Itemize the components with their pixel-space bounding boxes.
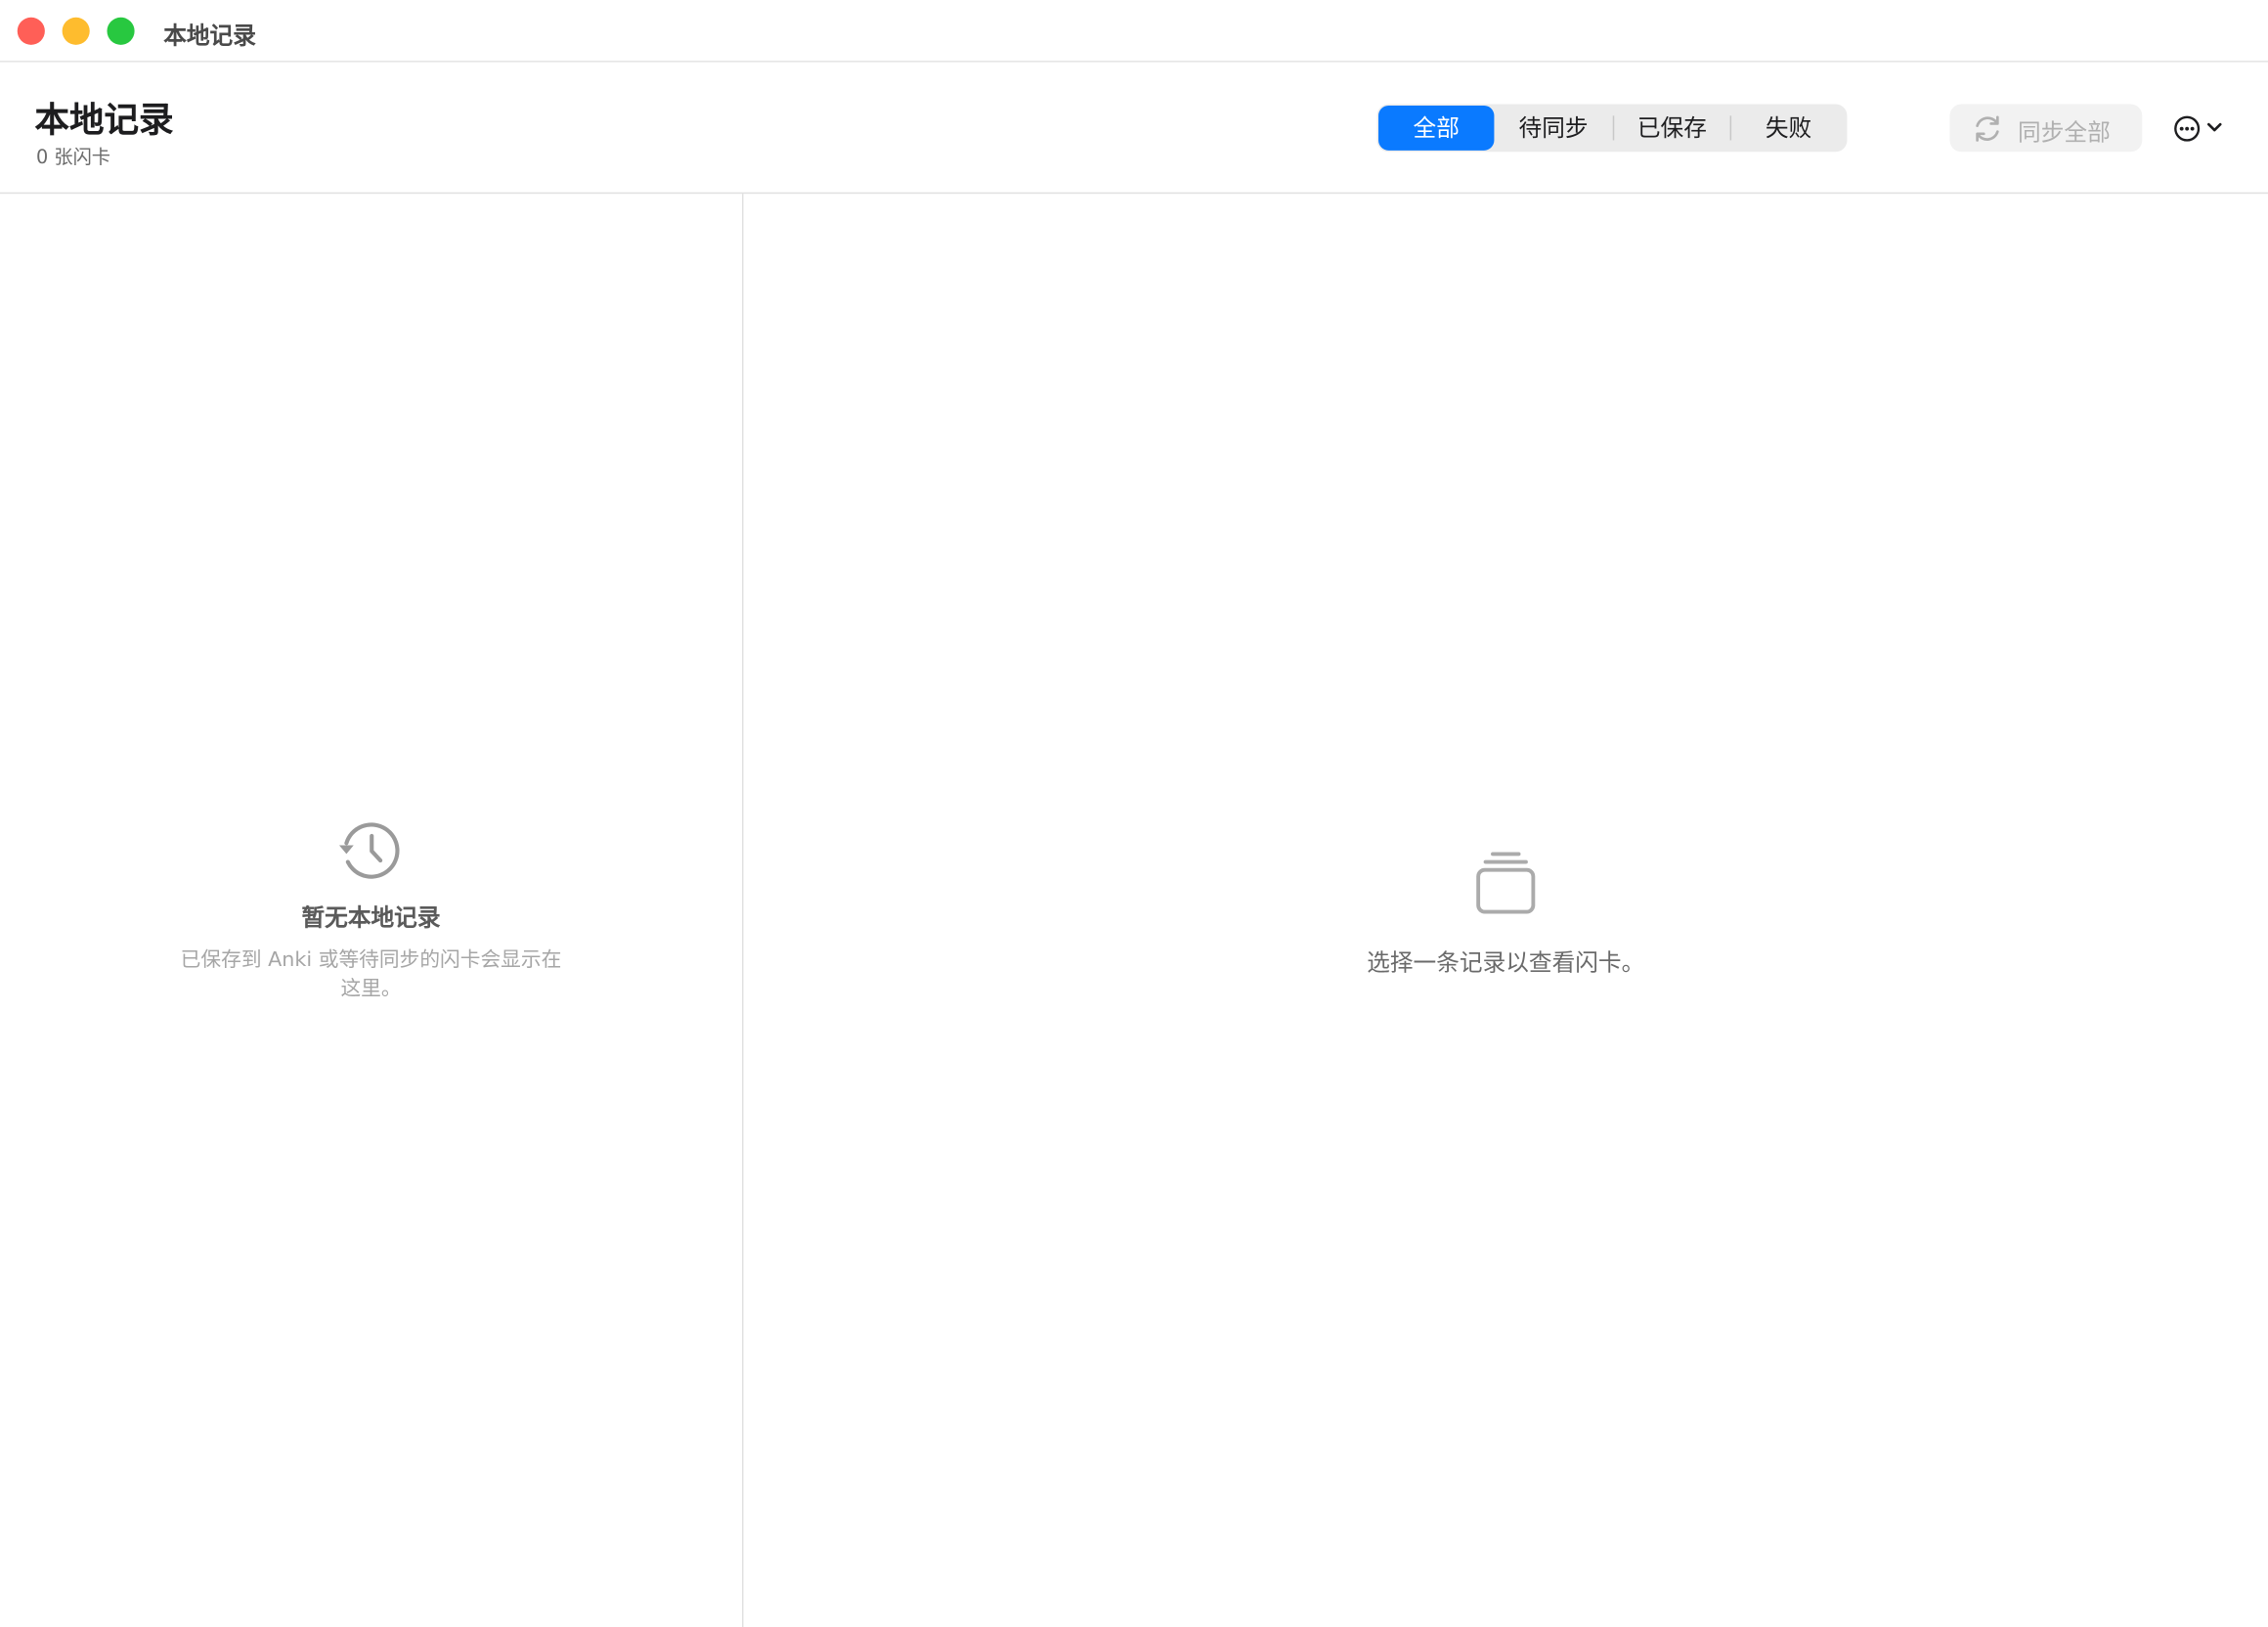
card-count: 0 张闪卡 xyxy=(35,147,111,170)
empty-state-title: 暂无本地记录 xyxy=(301,903,441,932)
minimize-window-button[interactable] xyxy=(62,17,90,45)
history-icon xyxy=(338,822,400,879)
page-header: 本地记录 0 张闪卡 全部 待同步 已保存 失败 同步全部 xyxy=(0,63,2268,195)
title-bar: 本地记录 xyxy=(0,0,2268,63)
select-record-hint: 选择一条记录以查看闪卡。 xyxy=(1367,948,1645,977)
records-list-pane: 暂无本地记录 已保存到 Anki 或等待同步的闪卡会显示在这里。 xyxy=(0,194,744,1627)
sync-all-button[interactable]: 同步全部 xyxy=(1949,104,2143,153)
sync-all-label: 同步全部 xyxy=(2018,118,2111,147)
filter-all-tab[interactable]: 全部 xyxy=(1378,105,1495,151)
app-window: 本地记录 本地记录 0 张闪卡 全部 待同步 已保存 失败 同步全部 暂无本地记… xyxy=(0,0,2268,1627)
chevron-down-icon xyxy=(2207,122,2222,132)
cards-stack-icon xyxy=(1476,852,1536,914)
filter-saved-tab[interactable]: 已保存 xyxy=(1614,106,1729,151)
close-window-button[interactable] xyxy=(17,17,45,45)
filter-pending-tab[interactable]: 待同步 xyxy=(1496,106,1611,151)
ellipsis-circle-icon xyxy=(2174,115,2201,142)
sync-icon xyxy=(1976,115,1999,142)
filter-segmented-control: 全部 待同步 已保存 失败 xyxy=(1376,104,1848,153)
zoom-window-button[interactable] xyxy=(107,17,135,45)
detail-pane: 选择一条记录以查看闪卡。 xyxy=(744,194,2268,1627)
window-title: 本地记录 xyxy=(163,22,256,50)
more-menu-button[interactable] xyxy=(2169,112,2227,145)
empty-state-description: 已保存到 Anki 或等待同步的闪卡会显示在这里。 xyxy=(180,948,562,1001)
page-title: 本地记录 xyxy=(34,100,174,141)
filter-failed-tab[interactable]: 失败 xyxy=(1731,106,1846,151)
